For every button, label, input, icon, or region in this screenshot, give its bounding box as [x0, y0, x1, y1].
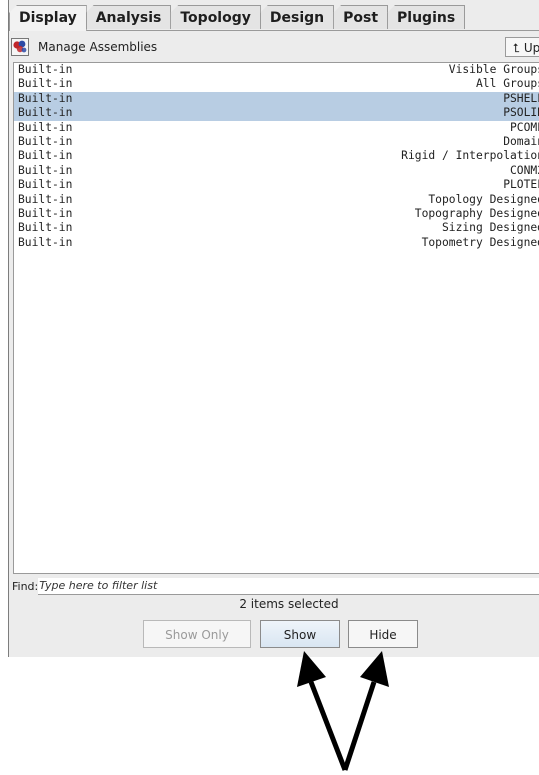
arrow-to-show-head	[297, 651, 326, 687]
arrow-to-hide-head	[360, 651, 389, 687]
arrow-to-hide-line	[342, 681, 377, 771]
arrow-to-show-line	[308, 681, 348, 771]
annotation-arrows	[297, 651, 389, 771]
